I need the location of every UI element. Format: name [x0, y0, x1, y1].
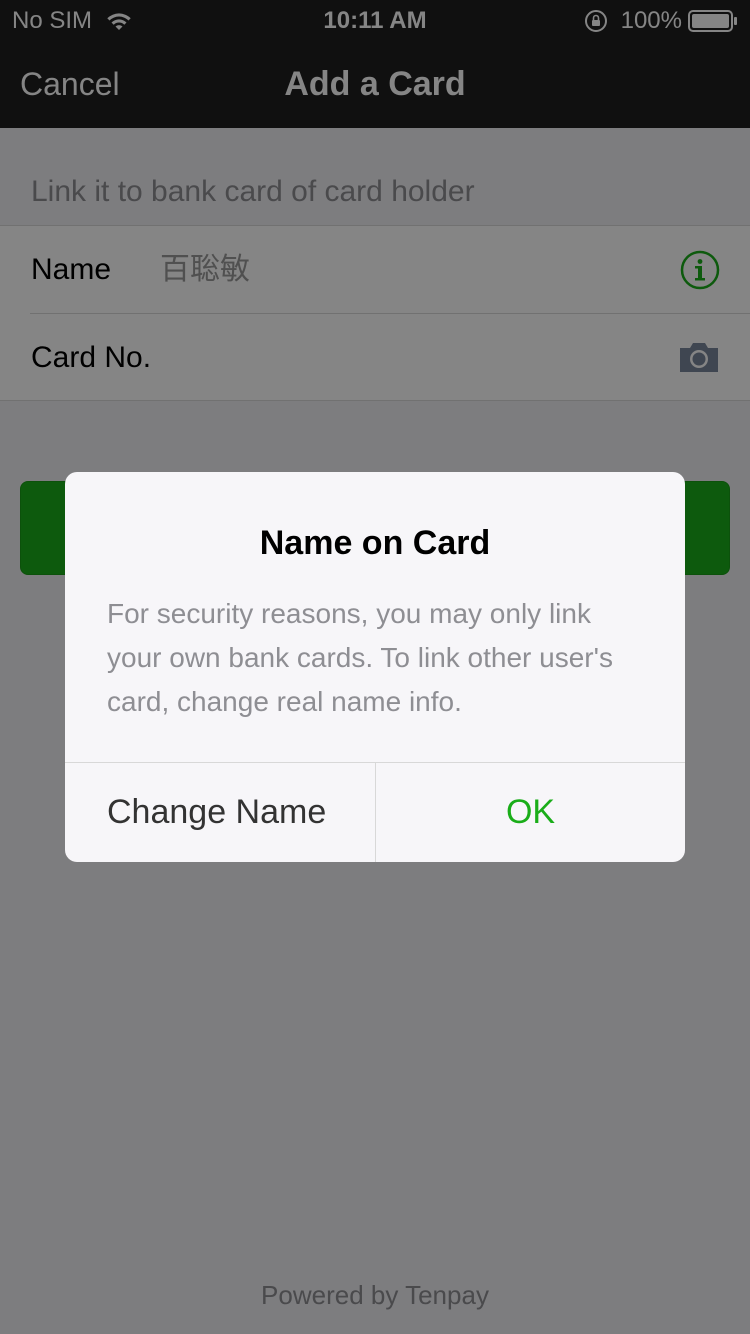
- name-on-card-dialog: Name on Card For security reasons, you m…: [65, 472, 685, 862]
- ok-button[interactable]: OK: [376, 763, 685, 862]
- change-name-button[interactable]: Change Name: [65, 763, 375, 862]
- dialog-message: For security reasons, you may only link …: [107, 598, 613, 717]
- dialog-title: Name on Card: [259, 524, 491, 562]
